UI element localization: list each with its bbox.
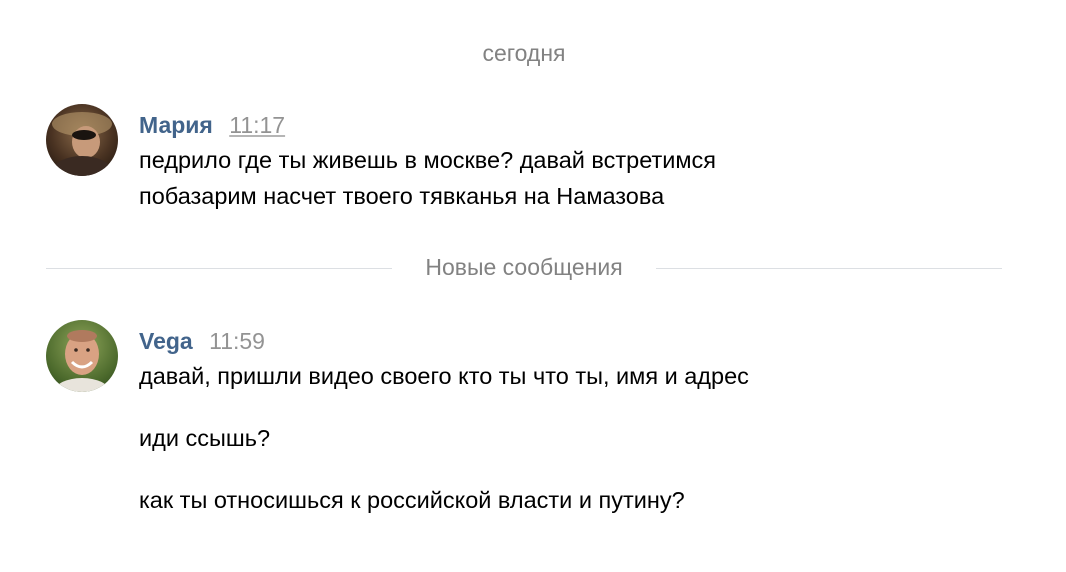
avatar[interactable] <box>46 320 118 392</box>
new-messages-divider: Новые сообщения <box>46 254 1002 282</box>
author-name[interactable]: Мария <box>139 112 213 138</box>
message-text-line: давай, пришли видео своего кто ты что ты… <box>139 363 749 389</box>
message-text-line: иди ссышь? <box>139 425 271 451</box>
message-text-line: педрило где ты живешь в москве? давай вс… <box>139 147 717 173</box>
message-header: Мария 11:17 <box>139 112 285 139</box>
avatar-photo-icon <box>46 104 118 176</box>
message-text-line: как ты относишься к российской власти и … <box>139 487 685 513</box>
message-time[interactable]: 11:59 <box>209 328 265 354</box>
divider-line <box>46 268 392 269</box>
message-header: Vega 11:59 <box>139 328 265 355</box>
avatar[interactable] <box>46 104 118 176</box>
author-name[interactable]: Vega <box>139 328 193 354</box>
date-divider: сегодня <box>482 40 566 66</box>
new-messages-label: Новые сообщения <box>425 254 623 280</box>
message-time[interactable]: 11:17 <box>229 112 285 138</box>
divider-line <box>656 268 1002 269</box>
message-text-line: побазарим насчет твоего тявканья на Нама… <box>139 183 665 209</box>
avatar-photo-icon <box>46 320 118 392</box>
